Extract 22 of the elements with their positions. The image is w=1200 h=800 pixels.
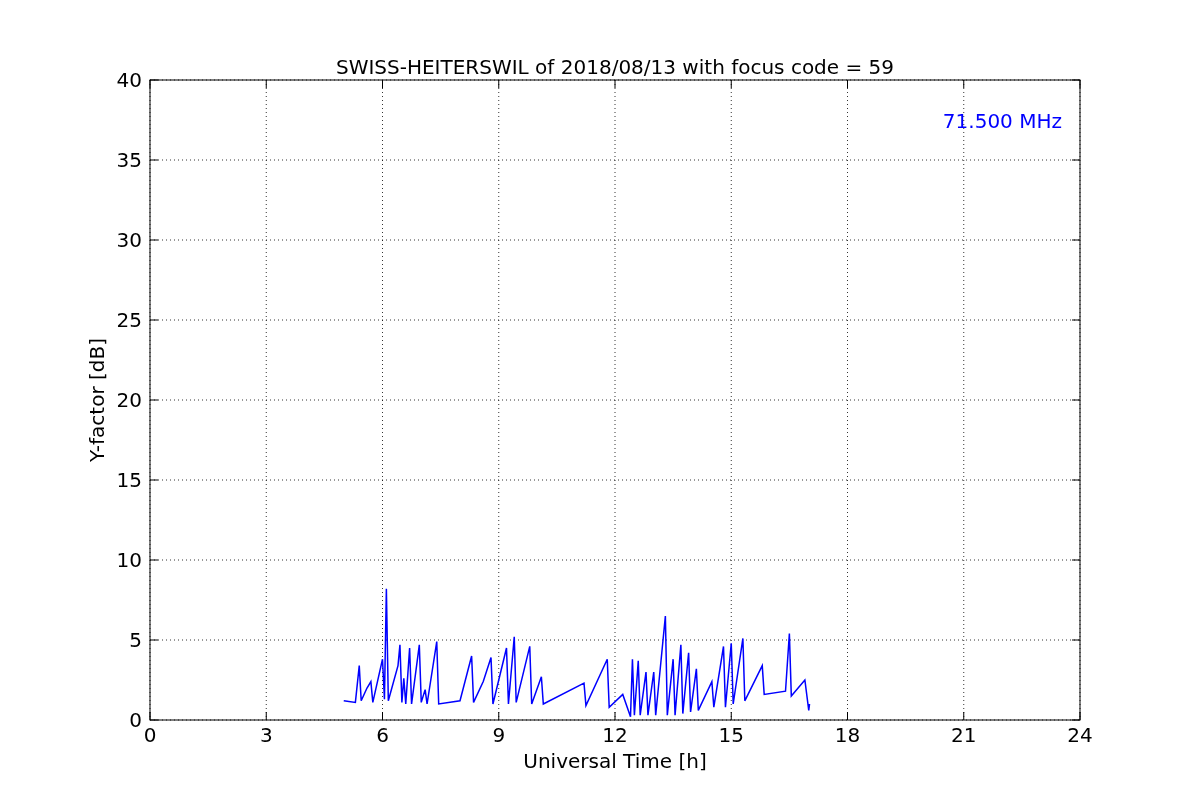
tick-label: 25	[116, 308, 142, 332]
tick-label: 3	[259, 723, 273, 747]
tick-label: 6	[376, 723, 389, 747]
tick-label: 18	[834, 723, 861, 747]
tick-label: 10	[116, 548, 142, 572]
series-label: 71.500 MHz	[942, 109, 1062, 133]
tick-label: 5	[129, 628, 142, 652]
chart-title: SWISS-HEITERSWIL of 2018/08/13 with focus code = 59	[335, 55, 895, 79]
tick-label: 21	[951, 723, 977, 747]
tick-label: 9	[492, 723, 506, 747]
tick-label: 30	[116, 228, 142, 252]
y-axis-label: Y-factor [dB]	[85, 338, 109, 462]
tick-label: 35	[116, 148, 142, 172]
tick-label: 0	[129, 708, 142, 732]
tick-label: 24	[1067, 723, 1093, 747]
x-axis-label: Universal Time [h]	[523, 749, 707, 773]
tick-label: 12	[602, 723, 628, 747]
tick-label: 15	[116, 468, 142, 492]
tick-label: 0	[143, 723, 157, 747]
tick-label: 20	[116, 388, 142, 412]
tick-label: 15	[718, 723, 744, 747]
tick-label: 40	[116, 68, 142, 92]
